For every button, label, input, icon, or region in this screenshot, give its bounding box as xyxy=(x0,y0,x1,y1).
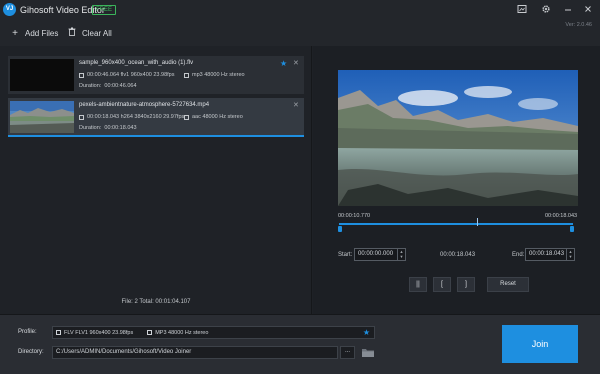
file-summary: File: 2 Total: 00:01:04.107 xyxy=(121,299,191,305)
directory-field[interactable]: C:/Users/ADMIN/Documents/Gihosoft/Video … xyxy=(52,346,338,359)
star-icon[interactable]: ★ xyxy=(280,59,287,68)
remove-file-icon[interactable]: ✕ xyxy=(293,101,299,109)
file-thumbnail xyxy=(10,101,74,133)
file-name: sample_960x400_ocean_with_audio (1).flv xyxy=(79,60,194,66)
profile-select[interactable]: FLV FLV1 960x400 23.98fps MP3 48000 Hz s… xyxy=(52,326,375,339)
free-badge: FREE xyxy=(92,5,117,15)
file-list-panel: sample_960x400_ocean_with_audio (1).flv … xyxy=(0,46,312,314)
audio-icon xyxy=(147,330,153,335)
video-icon xyxy=(56,330,61,335)
close-icon[interactable] xyxy=(582,4,594,16)
pause-button[interactable]: || xyxy=(409,277,427,292)
file-name: pexels-ambientnature-atmosphere-5727634.… xyxy=(79,102,210,108)
start-handle[interactable] xyxy=(338,226,342,232)
folder-icon[interactable] xyxy=(361,346,375,359)
audio-info: mp3 48000 Hz stereo xyxy=(184,72,245,78)
player-panel: 00:00:10.770 00:00:18.043 Start: 00:00:0… xyxy=(313,46,600,314)
gear-icon[interactable] xyxy=(540,4,552,16)
start-time-input[interactable]: 00:00:00.000 ▲ ▼ xyxy=(354,248,406,261)
current-time: 00:00:10.770 xyxy=(338,213,371,219)
version-label: Ver: 2.0.46 xyxy=(565,22,592,28)
start-label: Start: xyxy=(338,252,353,258)
profile-label: Profile: xyxy=(18,329,37,335)
join-button[interactable]: Join xyxy=(502,325,578,363)
title-bar: VJ Gihosoft Video Editor FREE xyxy=(0,0,600,20)
file-thumbnail xyxy=(10,59,74,91)
mark-in-button[interactable]: [ xyxy=(433,277,451,292)
screenshot-icon[interactable] xyxy=(516,4,528,16)
toolbar: + Add Files Clear All xyxy=(0,20,600,46)
file-duration: Duration: 00:00:18.043 xyxy=(79,125,137,131)
end-time-input[interactable]: 00:00:18.043 ▲ ▼ xyxy=(525,248,575,261)
minimize-icon[interactable] xyxy=(562,4,574,16)
audio-info: aac 48000 Hz stereo xyxy=(184,114,243,120)
selection-bar xyxy=(8,135,304,137)
add-files-label: Add Files xyxy=(25,28,59,38)
end-label: End: xyxy=(512,252,525,258)
reset-button[interactable]: Reset xyxy=(487,277,529,292)
clear-all-label: Clear All xyxy=(82,28,112,38)
star-icon[interactable]: ★ xyxy=(363,328,370,337)
file-duration: Duration: 00:00:46.064 xyxy=(79,83,137,89)
trash-icon xyxy=(67,27,77,39)
timeline-track[interactable] xyxy=(339,223,573,225)
clip-duration: 00:00:18.043 xyxy=(440,252,476,258)
start-time-stepper[interactable]: ▲ ▼ xyxy=(397,249,405,260)
playhead-marker[interactable] xyxy=(477,218,478,226)
plus-icon: + xyxy=(12,27,18,39)
audio-icon xyxy=(184,72,189,78)
total-time: 00:00:18.043 xyxy=(545,213,578,219)
video-icon xyxy=(79,72,84,78)
remove-file-icon[interactable]: ✕ xyxy=(293,59,299,67)
file-item[interactable]: pexels-ambientnature-atmosphere-5727634.… xyxy=(8,98,304,137)
directory-label: Directory: xyxy=(18,349,44,355)
video-icon xyxy=(79,114,84,120)
mark-out-button[interactable]: ] xyxy=(457,277,475,292)
file-item[interactable]: sample_960x400_ocean_with_audio (1).flv … xyxy=(8,56,304,94)
audio-icon xyxy=(184,114,189,120)
end-time-stepper[interactable]: ▲ ▼ xyxy=(566,249,574,260)
app-logo: VJ xyxy=(3,3,16,16)
browse-button[interactable]: ... xyxy=(340,346,355,359)
video-info: 00:00:18.043 h264 3840x2160 29.97fps xyxy=(79,114,184,120)
add-files-button[interactable]: + Add Files xyxy=(10,27,58,39)
video-info: 00:00:46.064 flv1 960x400 23.98fps xyxy=(79,72,174,78)
clear-all-button[interactable]: Clear All xyxy=(67,27,112,39)
video-preview xyxy=(338,70,578,206)
output-panel: Profile: FLV FLV1 960x400 23.98fps MP3 4… xyxy=(0,314,600,374)
end-handle[interactable] xyxy=(570,226,574,232)
